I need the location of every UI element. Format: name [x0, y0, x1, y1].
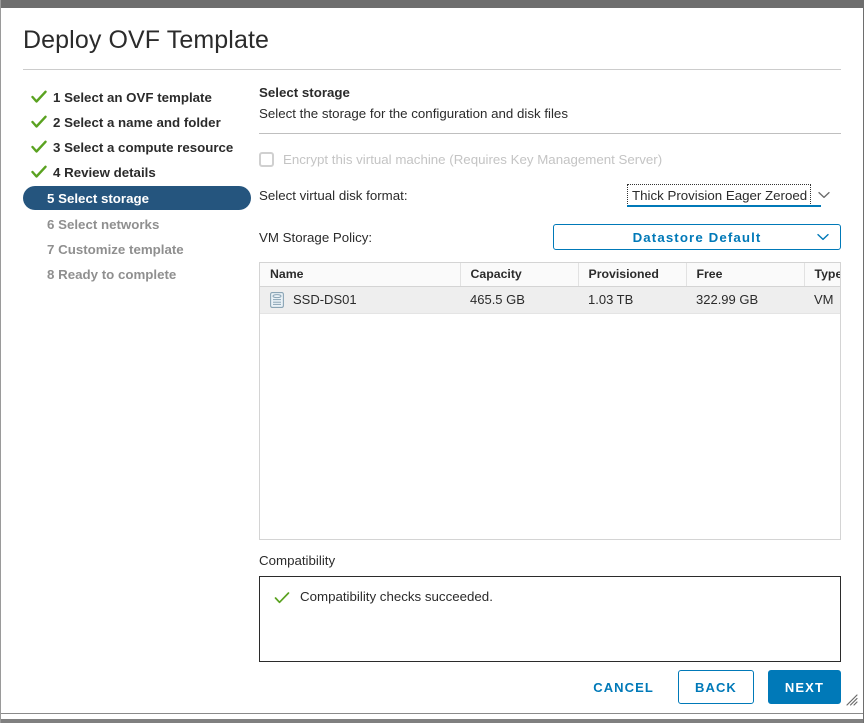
chevron-down-icon — [818, 191, 830, 199]
check-icon — [31, 90, 47, 104]
encrypt-vm-checkbox[interactable] — [259, 152, 274, 167]
page-title: Deploy OVF Template — [23, 26, 269, 54]
table-header-row: Name Capacity Provisioned Free Type — [260, 263, 840, 287]
step-content-panel: Select storage Select the storage for th… — [251, 84, 841, 662]
check-icon — [274, 591, 290, 605]
disk-format-row: Select virtual disk format: Thick Provis… — [259, 183, 841, 207]
check-icon — [31, 165, 47, 179]
dialog-body: 1 Select an OVF template 2 Select a name… — [1, 70, 863, 662]
disk-format-value: Thick Provision Eager Zeroed — [627, 184, 812, 206]
datastore-free: 322.99 GB — [686, 286, 804, 314]
datastore-table[interactable]: Name Capacity Provisioned Free Type SSD-… — [259, 262, 841, 540]
sidebar-item-select-name-and-folder[interactable]: 2 Select a name and folder — [23, 111, 251, 133]
compatibility-box: Compatibility checks succeeded. — [259, 576, 841, 662]
disk-format-underline — [627, 205, 821, 207]
content-heading: Select storage — [259, 85, 350, 100]
content-subheading: Select the storage for the configuration… — [259, 106, 568, 121]
sidebar-item-ready-to-complete[interactable]: 8 Ready to complete — [23, 263, 251, 285]
compatibility-status: Compatibility checks succeeded. — [274, 589, 826, 605]
encrypt-vm-label: Encrypt this virtual machine (Requires K… — [283, 152, 663, 167]
dialog-footer: CANCEL BACK NEXT — [1, 656, 863, 704]
datastore-type: VM — [804, 286, 840, 314]
datastore-capacity: 465.5 GB — [460, 286, 578, 314]
disk-format-select[interactable]: Thick Provision Eager Zeroed — [627, 183, 841, 207]
back-button[interactable]: BACK — [677, 670, 754, 704]
cancel-button[interactable]: CANCEL — [583, 672, 664, 703]
compatibility-label: Compatibility — [259, 553, 336, 568]
sidebar-item-label: 6 Select networks — [47, 216, 160, 232]
datastore-provisioned: 1.03 TB — [578, 286, 686, 314]
sidebar-item-select-compute-resource[interactable]: 3 Select a compute resource — [23, 136, 251, 158]
sidebar-item-label: 5 Select storage — [47, 190, 149, 206]
dialog-header: Deploy OVF Template — [1, 8, 863, 70]
sidebar-item-label: 2 Select a name and folder — [53, 114, 221, 130]
content-divider — [259, 133, 841, 134]
check-icon — [31, 140, 47, 154]
storage-policy-select[interactable]: Datastore Default — [553, 224, 841, 250]
sidebar-item-label: 4 Review details — [53, 164, 156, 180]
datastore-name: SSD-DS01 — [293, 292, 357, 307]
table-row[interactable]: SSD-DS01 465.5 GB 1.03 TB 322.99 GB VM — [260, 286, 840, 314]
sidebar-item-review-details[interactable]: 4 Review details — [23, 161, 251, 183]
datastore-icon — [270, 291, 284, 308]
disk-format-label: Select virtual disk format: — [259, 187, 408, 203]
column-header-capacity[interactable]: Capacity — [460, 263, 579, 287]
sidebar-item-select-storage[interactable]: 5 Select storage — [23, 186, 251, 210]
window-title-bar — [1, 0, 863, 8]
encrypt-vm-row[interactable]: Encrypt this virtual machine (Requires K… — [259, 152, 841, 167]
column-header-provisioned[interactable]: Provisioned — [578, 263, 687, 287]
storage-policy-label: VM Storage Policy: — [259, 229, 373, 245]
sidebar-item-select-networks[interactable]: 6 Select networks — [23, 213, 251, 235]
sidebar-item-label: 3 Select a compute resource — [53, 139, 234, 155]
column-header-free[interactable]: Free — [686, 263, 805, 287]
sidebar-item-label: 1 Select an OVF template — [53, 89, 212, 105]
storage-policy-row: VM Storage Policy: Datastore Default — [259, 224, 841, 250]
resize-grip-icon[interactable] — [846, 693, 858, 706]
sidebar-item-label: 8 Ready to complete — [47, 266, 177, 282]
sidebar-item-customize-template[interactable]: 7 Customize template — [23, 238, 251, 260]
storage-policy-value: Datastore Default — [632, 229, 762, 245]
compatibility-message: Compatibility checks succeeded. — [300, 589, 493, 604]
sidebar-item-select-ovf-template[interactable]: 1 Select an OVF template — [23, 86, 251, 108]
check-icon — [31, 115, 47, 129]
chevron-down-icon — [817, 233, 829, 241]
next-button[interactable]: NEXT — [767, 670, 841, 704]
column-header-name[interactable]: Name — [260, 263, 461, 287]
sidebar-item-label: 7 Customize template — [47, 241, 184, 257]
column-header-type[interactable]: Type — [804, 263, 840, 287]
window-status-strip — [1, 694, 863, 723]
wizard-steps-sidebar: 1 Select an OVF template 2 Select a name… — [23, 84, 251, 656]
deploy-ovf-dialog: Deploy OVF Template 1 Select an OVF temp… — [0, 0, 864, 723]
